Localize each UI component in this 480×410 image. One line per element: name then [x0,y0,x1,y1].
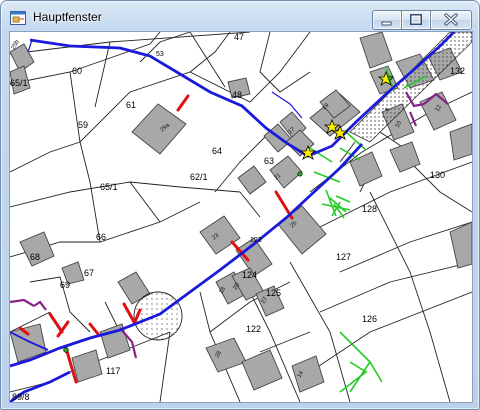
parcel-number: 68 [30,252,40,262]
parcel-number: 124 [242,270,257,280]
parcel-number: 61 [126,100,136,110]
close-button[interactable] [430,10,472,30]
title-bar[interactable]: Hauptfenster [1,1,479,33]
main-window: Hauptfenster 47 53 60 65/1 61 48 59 64 6… [0,0,480,410]
parcel-number: 60 [72,66,82,76]
close-icon [444,13,458,26]
parcel-number: 62/1 [190,172,208,182]
parcel-number: 53 [156,51,164,58]
parcel-number: 65/1 [100,182,118,192]
parcel-number: 67 [84,268,94,278]
parcel-number: 69 [60,280,70,290]
parcel-number: 132 [450,66,465,76]
window-title: Hauptfenster [33,10,102,24]
maximize-icon [410,14,422,25]
map-canvas[interactable]: 47 53 60 65/1 61 48 59 64 62/1 63 65/1 6… [10,32,472,402]
parcel-number: 47 [234,32,244,42]
parcel-number: 117 [106,366,120,376]
parcel-number: 59 [78,120,88,130]
parcel-number: 126 [362,314,377,324]
maximize-button[interactable] [401,10,431,30]
parcel-number: 48 [232,90,242,100]
parcel-number: 89/8 [12,392,30,402]
map-view[interactable]: 47 53 60 65/1 61 48 59 64 62/1 63 65/1 6… [9,31,473,403]
parcel-number: 66 [96,232,106,242]
parcel-number: 130 [430,170,445,180]
parcel-number: 64 [212,146,222,156]
minimize-icon [381,21,392,26]
parcel-number: 65/1 [10,78,28,88]
parcel-number: 125 [266,288,281,298]
parcel-number: 127 [336,252,351,262]
parcel-number: 123 [250,237,262,244]
parcel-number: 122 [246,324,261,334]
parcel-number: 63 [264,156,274,166]
parcel-number: 128 [362,204,377,214]
minimize-button[interactable] [372,10,402,30]
map-window-icon[interactable] [10,10,26,26]
